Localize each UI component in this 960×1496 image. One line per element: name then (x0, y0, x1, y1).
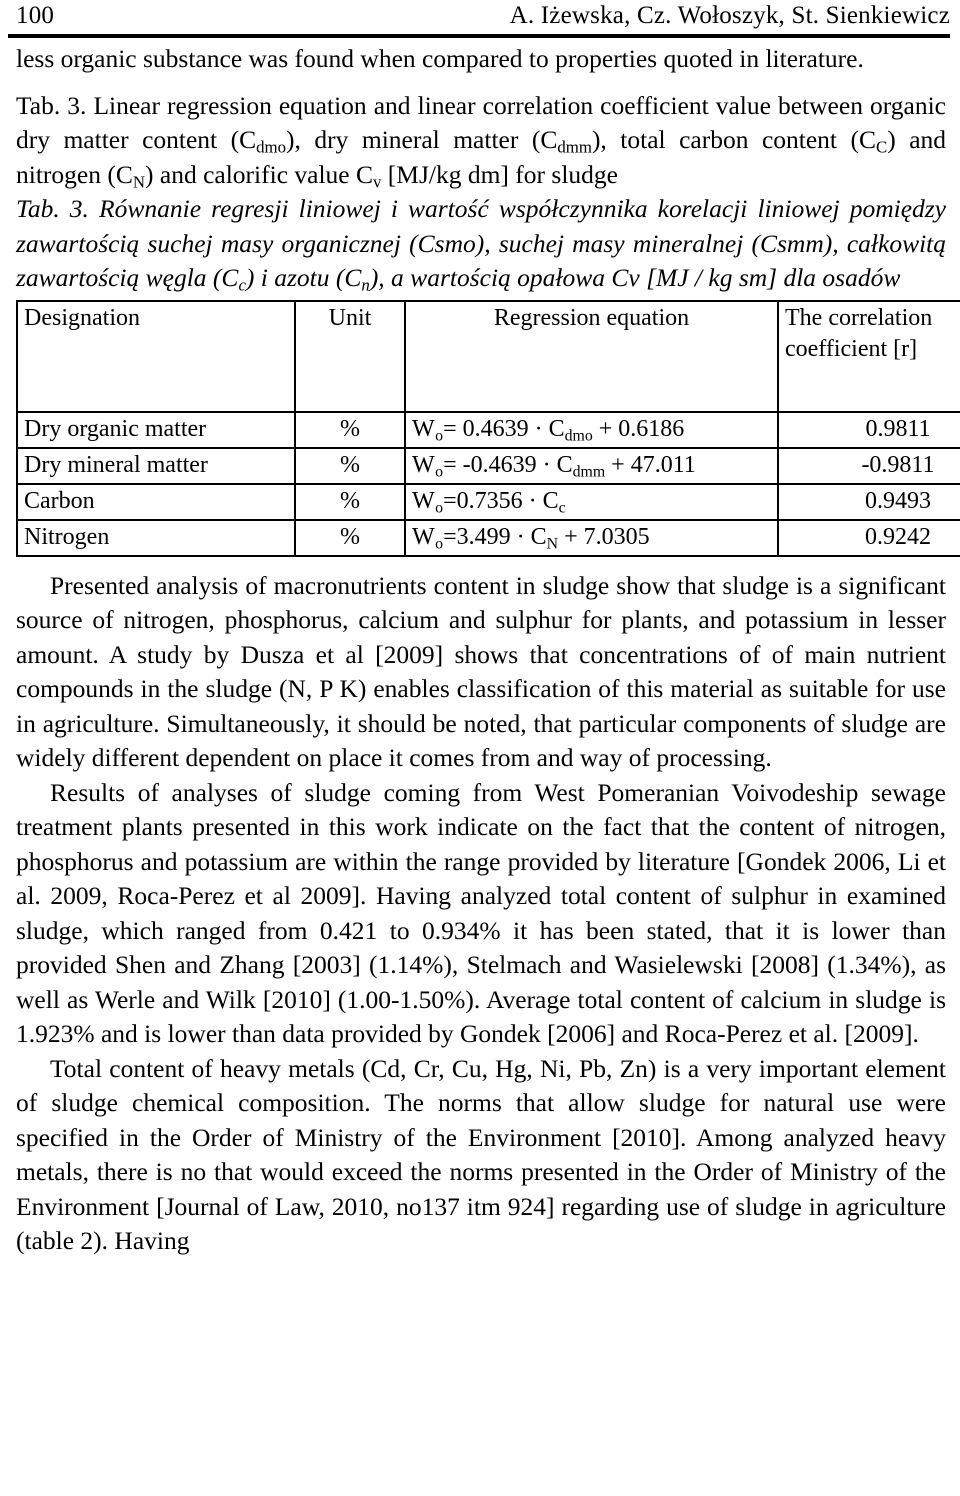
column-header-regression-equation: Regression equation (404, 299, 779, 413)
caption-text-en-6: [MJ/kg dm] for sludge (381, 159, 618, 189)
eq-lhs: W (412, 487, 436, 514)
caption-text-en-5: ) and calorific value C (145, 159, 373, 189)
cell-regression-equation: Wo=0.7356 · Cc (404, 482, 779, 521)
caption-label-en: Tab. 3. (16, 90, 87, 120)
eq-mid: = 0.4639 · C (443, 415, 565, 442)
cell-unit: % (294, 518, 406, 557)
eq-lhs-sub: o (435, 534, 444, 552)
regression-table: Designation Unit Regression equation The… (16, 299, 960, 557)
table-row: Dry mineral matter % Wo= -0.4639 · Cdmm … (16, 446, 960, 485)
cell-correlation: 0.9811 (777, 410, 960, 449)
cell-regression-equation: Wo=3.499 · CN + 7.0305 (404, 518, 779, 557)
column-header-correlation-coefficient: The correlation coefficient [r] (777, 299, 960, 413)
cell-regression-equation: Wo= 0.4639 · Cdmo + 0.6186 (404, 410, 779, 449)
cell-designation: Carbon (16, 482, 296, 521)
caption-sub-c: C (875, 137, 888, 157)
eq-tail: + 47.011 (605, 451, 696, 478)
cell-designation: Nitrogen (16, 518, 296, 557)
caption-text-pl-2: ) i azotu (C (245, 263, 362, 292)
eq-lhs: W (412, 451, 436, 478)
cell-unit: % (294, 446, 406, 485)
caption-sub-dmo: dmo (256, 137, 287, 157)
cell-designation: Dry organic matter (16, 410, 296, 449)
column-header-correlation-line2: coefficient [r] (785, 335, 918, 362)
table-body: Dry organic matter % Wo= 0.4639 · Cdmo +… (16, 410, 960, 557)
caption-text-en-3: ), total carbon content (C (591, 125, 876, 154)
column-header-unit: Unit (294, 299, 406, 413)
eq-variable-sub: N (546, 534, 559, 552)
column-header-designation: Designation (16, 299, 296, 413)
cell-correlation: 0.9242 (777, 518, 960, 557)
paragraph-heavy-metals: Total content of heavy metals (Cd, Cr, C… (16, 1053, 946, 1256)
eq-variable-sub: dmm (572, 462, 606, 480)
caption-sub-dmm: dmm (557, 137, 592, 157)
table-head: Designation Unit Regression equation The… (16, 299, 960, 413)
caption-pl-sub-n: n (361, 275, 370, 295)
regression-table-wrapper: Designation Unit Regression equation The… (8, 296, 960, 557)
document-page: 100 A. Iżewska, Cz. Wołoszyk, St. Sienki… (0, 0, 960, 1496)
table-row: Dry organic matter % Wo= 0.4639 · Cdmo +… (16, 410, 960, 449)
eq-variable-sub: dmo (564, 426, 593, 444)
running-head: 100 A. Iżewska, Cz. Wołoszyk, St. Sienki… (8, 0, 952, 31)
cell-correlation: 0.9493 (777, 482, 960, 521)
cell-unit: % (294, 482, 406, 521)
cell-correlation: -0.9811 (777, 446, 960, 485)
eq-lhs: W (412, 523, 436, 550)
caption-pl-sub-c: c (238, 275, 246, 295)
eq-mid: =3.499 · C (443, 523, 547, 550)
caption-text-pl-3: ), a wartością opałowa Cv [MJ / kg sm] d… (369, 263, 901, 292)
table-header-row: Designation Unit Regression equation The… (16, 299, 960, 413)
eq-lhs: W (412, 415, 436, 442)
column-header-correlation-line1: The correlation (785, 304, 933, 331)
page-number: 100 (16, 2, 55, 29)
table-row: Nitrogen % Wo=3.499 · CN + 7.0305 0.9242 (16, 518, 960, 557)
eq-lhs-sub: o (435, 426, 444, 444)
caption-label-pl: Tab. 3. (16, 194, 89, 223)
paragraph-macronutrients: Presented analysis of macronutrients con… (16, 570, 946, 773)
eq-mid: =0.7356 · C (443, 487, 559, 514)
paragraph-continued: less organic substance was found when co… (16, 44, 864, 73)
eq-lhs-sub: o (435, 462, 444, 480)
caption-sub-n: N (132, 172, 146, 192)
paragraph-results: Results of analyses of sludge coming fro… (16, 777, 946, 1049)
eq-mid: = -0.4639 · C (443, 451, 573, 478)
eq-lhs-sub: o (435, 498, 444, 516)
table-row: Carbon % Wo=0.7356 · Cc 0.9493 (16, 482, 960, 521)
table-caption-en: Tab. 3. Linear regression equation and l… (8, 89, 952, 193)
eq-variable-sub: c (558, 498, 566, 516)
eq-tail: + 7.0305 (558, 523, 650, 550)
cell-unit: % (294, 410, 406, 449)
table-caption-pl: Tab. 3. Równanie regresji liniowej i war… (8, 192, 952, 296)
running-head-authors: A. Iżewska, Cz. Wołoszyk, St. Sienkiewic… (509, 2, 950, 29)
eq-tail: + 0.6186 (592, 415, 685, 442)
cell-designation: Dry mineral matter (16, 446, 296, 485)
cell-regression-equation: Wo= -0.4639 · Cdmm + 47.011 (404, 446, 779, 485)
caption-text-en-2: ), dry mineral matter (C (286, 125, 558, 154)
